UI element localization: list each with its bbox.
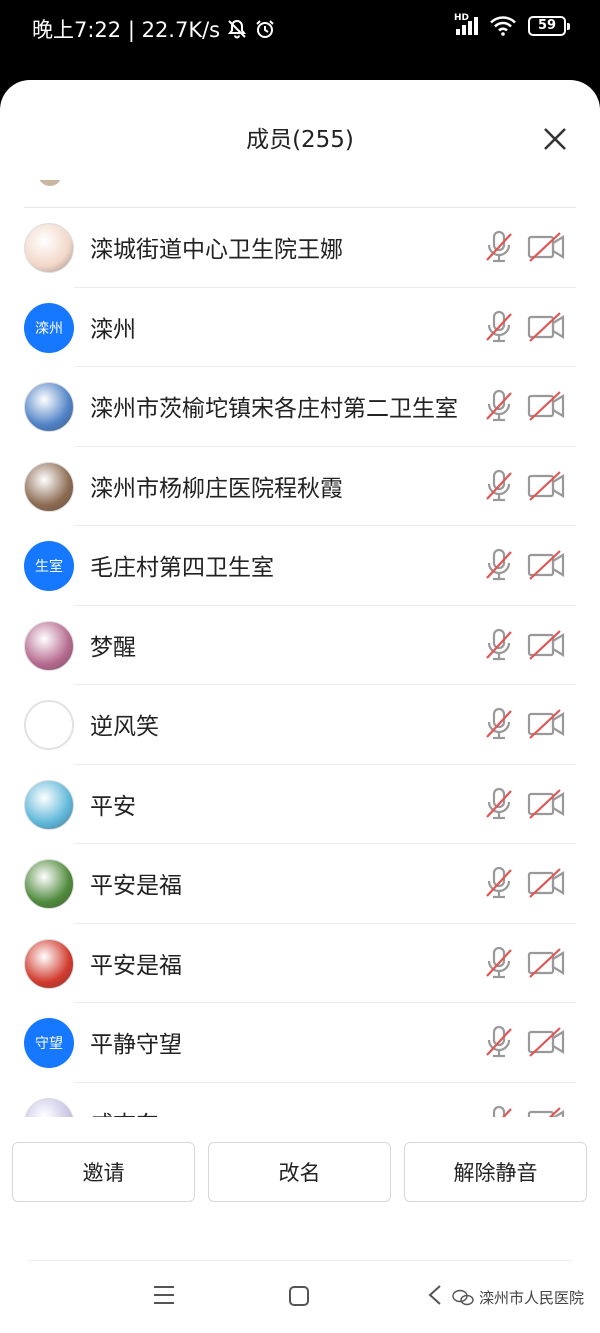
list-item[interactable]: 逆风笑 [0, 685, 600, 765]
member-name: 戚志东 [90, 1105, 159, 1118]
camera-off-icon[interactable] [527, 788, 565, 819]
member-name: 滦州市杨柳庄医院程秋霞 [90, 475, 343, 502]
camera-off-icon[interactable] [527, 470, 565, 501]
mic-muted-icon[interactable] [484, 628, 514, 662]
avatar: 滦州 [24, 302, 74, 353]
avatar-text: 生室 [35, 559, 63, 575]
member-name: 平安是福 [90, 873, 182, 899]
list-item[interactable]: 滦州 滦州 [0, 288, 600, 367]
avatar-text: 守望 [35, 1036, 63, 1052]
list-item[interactable]: 戚志东 [0, 1083, 600, 1118]
camera-off-icon[interactable] [527, 629, 565, 660]
mic-muted-icon[interactable] [484, 1105, 514, 1117]
mic-muted-icon[interactable] [484, 866, 514, 900]
avatar [24, 461, 74, 512]
close-icon[interactable] [540, 124, 570, 154]
camera-off-icon[interactable] [527, 868, 565, 898]
camera-off-icon[interactable] [527, 550, 565, 580]
sheet-title: 成员(255) [246, 127, 354, 153]
bell-off-icon [228, 19, 247, 39]
member-name: 平安是福 [90, 952, 182, 979]
avatar [24, 859, 74, 909]
mic-muted-icon[interactable] [484, 548, 514, 582]
wifi-icon [490, 16, 516, 36]
mic-muted-icon[interactable] [484, 1025, 514, 1059]
list-item[interactable]: 守望 平静守望 [0, 1003, 600, 1083]
camera-off-icon[interactable] [527, 709, 565, 739]
wechat-icon [452, 1289, 474, 1305]
list-item[interactable]: 梦醒 [0, 606, 600, 685]
member-name: 平静守望 [90, 1032, 182, 1058]
mic-muted-icon[interactable] [484, 389, 514, 423]
back-icon[interactable] [427, 1284, 443, 1306]
camera-off-icon[interactable] [527, 1106, 565, 1117]
avatar: 守望 [24, 1018, 74, 1068]
mic-muted-icon[interactable] [484, 787, 514, 821]
list-item[interactable]: 平安 [0, 765, 600, 844]
camera-off-icon[interactable] [527, 391, 565, 421]
mic-muted-icon[interactable] [484, 469, 514, 503]
menu-icon[interactable] [153, 1284, 175, 1306]
member-name: 平安 [90, 793, 136, 820]
watermark: 滦州市人民医院 [452, 1287, 584, 1308]
list-item[interactable]: 生室 毛庄村第四卫生室 [0, 526, 600, 606]
member-list[interactable]: 滦城街道中心卫生院王娜 滦州 滦州 滦州市茨榆坨镇宋各庄村第二卫生室 滦州市杨柳庄医院程… [0, 180, 600, 1117]
avatar-text: 滦州 [35, 320, 63, 337]
mic-muted-icon[interactable] [484, 707, 514, 741]
avatar [38, 180, 62, 186]
member-name: 梦醒 [90, 634, 136, 661]
status-bar: 晚上7:22 | 22.7K/s HD 59 [0, 0, 600, 58]
battery-level: 59 [537, 18, 557, 33]
list-item[interactable]: 滦州市茨榆坨镇宋各庄村第二卫生室 [0, 367, 600, 447]
avatar [24, 938, 74, 989]
camera-off-icon[interactable] [527, 947, 565, 978]
list-item[interactable]: 平安是福 [0, 844, 600, 924]
sheet-header: 成员(255) [0, 80, 600, 180]
member-name: 滦城街道中心卫生院王娜 [90, 237, 343, 263]
list-item[interactable]: 滦州市杨柳庄医院程秋霞 [0, 447, 600, 526]
status-time-speed: 晚上7:22 | 22.7K/s [32, 18, 221, 42]
mic-muted-icon[interactable] [484, 230, 514, 264]
avatar [24, 779, 74, 830]
battery-icon: 59 [528, 16, 570, 36]
alarm-icon [256, 20, 274, 38]
rename-button[interactable]: 改名 [208, 1142, 391, 1202]
avatar [24, 223, 74, 273]
avatar [24, 700, 74, 750]
avatar: 生室 [24, 541, 74, 591]
unmute-button[interactable]: 解除静音 [404, 1142, 587, 1202]
signal-icon: HD [454, 13, 478, 35]
mic-muted-icon[interactable] [484, 946, 514, 980]
list-item[interactable]: 平安是福 [0, 924, 600, 1003]
list-item-partial [24, 180, 576, 208]
system-nav-bar: 滦州市人民医院 [0, 1261, 600, 1333]
invite-button[interactable]: 邀请 [12, 1142, 195, 1202]
avatar [24, 1097, 74, 1117]
camera-off-icon[interactable] [527, 311, 565, 342]
action-bar: 邀请 改名 解除静音 [0, 1142, 600, 1204]
network-label: HD [454, 13, 470, 23]
home-icon[interactable] [289, 1286, 309, 1306]
list-item[interactable]: 滦城街道中心卫生院王娜 [0, 208, 600, 288]
members-sheet: 成员(255) 滦城街道中心卫生院王娜 滦州 滦州 滦州市茨榆坨镇宋各庄村第二卫生室滦… [0, 80, 600, 1333]
member-name: 滦州 [90, 316, 136, 343]
mic-muted-icon[interactable] [484, 310, 514, 344]
avatar [24, 620, 74, 671]
camera-off-icon[interactable] [527, 1027, 565, 1057]
member-name: 逆风笑 [90, 714, 159, 740]
watermark-text: 滦州市人民医院 [479, 1289, 585, 1307]
member-name: 滦州市茨榆坨镇宋各庄村第二卫生室 [90, 396, 458, 422]
camera-off-icon[interactable] [527, 232, 565, 262]
member-name: 毛庄村第四卫生室 [90, 555, 274, 581]
avatar [24, 382, 74, 432]
member-rows: 滦城街道中心卫生院王娜 滦州 滦州 滦州市茨榆坨镇宋各庄村第二卫生室 滦州市杨柳庄医院程… [0, 208, 600, 1117]
